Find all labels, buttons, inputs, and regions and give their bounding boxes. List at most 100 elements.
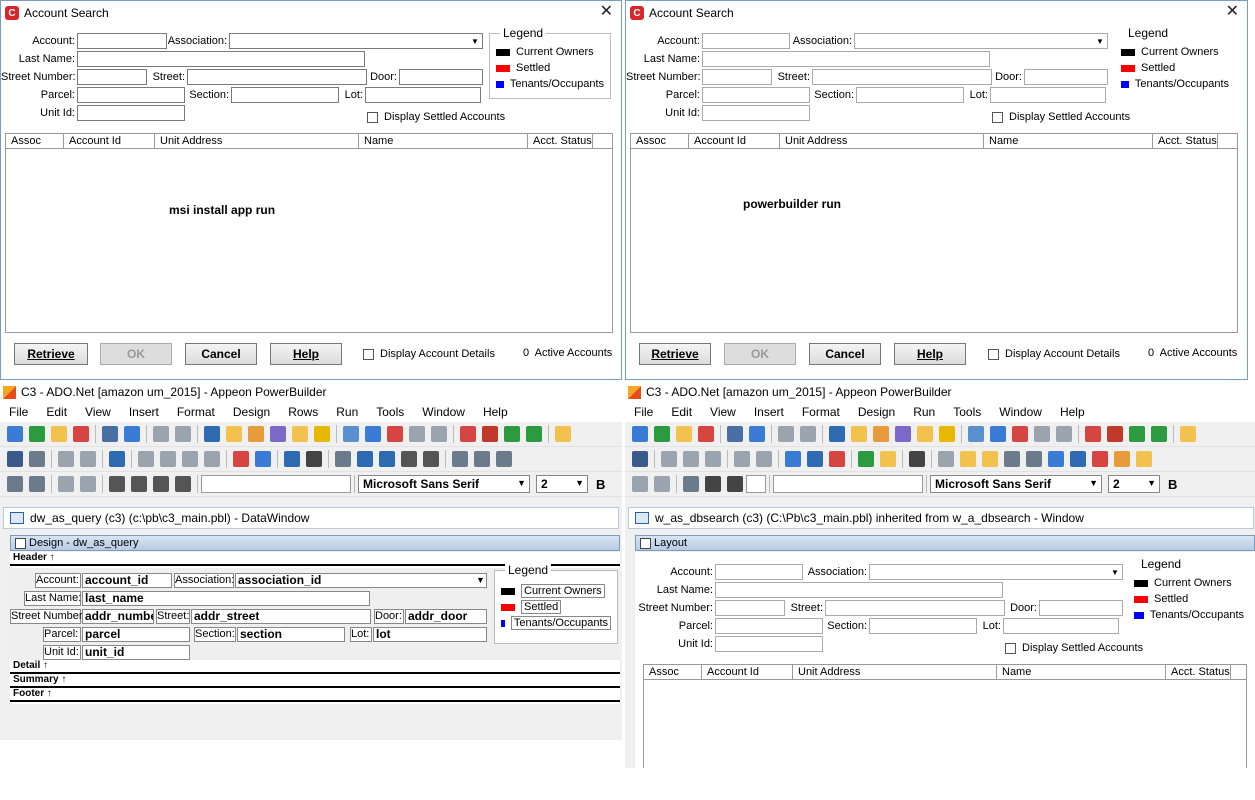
size-icon[interactable]	[474, 451, 490, 467]
menu-edit[interactable]: Edit	[37, 405, 76, 419]
edit-icon[interactable]	[314, 426, 330, 442]
color-icon[interactable]	[357, 451, 373, 467]
door-label[interactable]: Door:	[374, 609, 404, 624]
cut-icon[interactable]	[661, 451, 677, 467]
menu-format[interactable]: Format	[793, 405, 849, 419]
style-box[interactable]	[773, 475, 923, 493]
space-icon[interactable]	[452, 451, 468, 467]
menu-file[interactable]: File	[625, 405, 662, 419]
unit-id-column[interactable]: unit_id	[82, 645, 190, 660]
font-name-dropdown[interactable]: Microsoft Sans Serif ▼	[358, 475, 530, 493]
chevron-down-icon[interactable]: ▼	[476, 575, 485, 585]
last-name-input[interactable]	[77, 51, 365, 67]
edit-icon[interactable]	[939, 426, 955, 442]
color-icon[interactable]	[705, 476, 721, 492]
delete-icon[interactable]	[306, 451, 322, 467]
col-unit-address[interactable]: Unit Address	[780, 134, 984, 148]
display-settled-checkbox[interactable]: Display Settled Accounts	[992, 109, 1130, 125]
browser-icon[interactable]	[226, 426, 242, 442]
component-icon[interactable]	[431, 426, 447, 442]
build-icon[interactable]	[778, 426, 794, 442]
unit-id-input[interactable]	[702, 105, 810, 121]
parcel-input[interactable]	[702, 87, 810, 103]
menu-view[interactable]: View	[701, 405, 745, 419]
col-name[interactable]: Name	[984, 134, 1153, 148]
chart-icon[interactable]	[270, 426, 286, 442]
account-input[interactable]	[77, 33, 167, 49]
street-number-column[interactable]: addr_number	[82, 609, 154, 624]
last-page-icon[interactable]	[175, 476, 191, 492]
save-icon[interactable]	[632, 451, 648, 467]
results-grid[interactable]: Assoc Account Id Unit Address Name Acct.…	[643, 664, 1247, 768]
open-folder-icon[interactable]	[51, 426, 67, 442]
properties-icon[interactable]	[960, 451, 976, 467]
display-settled-checkbox[interactable]: Display Settled Accounts	[367, 109, 505, 125]
street-input[interactable]	[187, 69, 367, 85]
col-unit-address[interactable]: Unit Address	[155, 134, 359, 148]
menu-design[interactable]: Design	[224, 405, 279, 419]
checkbox-box[interactable]	[992, 111, 1003, 123]
col-acct-status[interactable]: Acct. Status	[1153, 134, 1218, 148]
menu-run[interactable]: Run	[904, 405, 944, 419]
bgcolor-icon[interactable]	[727, 476, 743, 492]
screen-icon[interactable]	[990, 426, 1006, 442]
text-icon[interactable]	[109, 451, 125, 467]
door-column[interactable]: addr_door	[405, 609, 487, 624]
menu-insert[interactable]: Insert	[120, 405, 168, 419]
section-input[interactable]	[869, 618, 977, 634]
street-column[interactable]: addr_street	[191, 609, 371, 624]
tree-icon[interactable]	[102, 426, 118, 442]
next-page-icon[interactable]	[153, 476, 169, 492]
find-icon[interactable]	[880, 451, 896, 467]
account-column[interactable]: account_id	[82, 573, 172, 588]
display-settled-checkbox[interactable]: Display Settled Accounts	[1005, 640, 1143, 656]
col-name[interactable]: Name	[359, 134, 528, 148]
parcel-column[interactable]: parcel	[82, 627, 190, 642]
street-label[interactable]: Street:	[156, 609, 190, 624]
parcel-label[interactable]: Parcel:	[43, 627, 81, 642]
font-size-dropdown[interactable]: 2 ▼	[536, 475, 588, 493]
copy-icon[interactable]	[160, 451, 176, 467]
style-box[interactable]	[201, 475, 351, 493]
layer-icon[interactable]	[632, 476, 648, 492]
display-details-checkbox[interactable]: Display Account Details	[363, 346, 495, 362]
help-button[interactable]: Help	[270, 343, 342, 365]
list-icon[interactable]	[829, 426, 845, 442]
stop-icon[interactable]	[387, 426, 403, 442]
car-icon[interactable]	[1034, 426, 1050, 442]
percent-icon[interactable]	[423, 451, 439, 467]
zoom-out-icon[interactable]	[1026, 451, 1042, 467]
cancel-button[interactable]: Cancel	[185, 343, 257, 365]
section-label[interactable]: Section:	[194, 627, 236, 642]
street-input[interactable]	[812, 69, 992, 85]
tree-icon[interactable]	[727, 426, 743, 442]
menu-view[interactable]: View	[76, 405, 120, 419]
retrieve-button[interactable]: Retrieve	[14, 343, 88, 365]
col-acct-status[interactable]: Acct. Status	[1166, 665, 1231, 679]
chevron-down-icon[interactable]: ▼	[1108, 565, 1122, 579]
search-folder-icon[interactable]	[248, 426, 264, 442]
search-folder-icon[interactable]	[873, 426, 889, 442]
debug-stop-icon[interactable]	[482, 426, 498, 442]
col-name[interactable]: Name	[997, 665, 1166, 679]
bgcolor-icon[interactable]	[379, 451, 395, 467]
col-unit-address[interactable]: Unit Address	[793, 665, 997, 679]
undo-icon[interactable]	[58, 451, 74, 467]
parcel-input[interactable]	[715, 618, 823, 634]
lot-input[interactable]	[365, 87, 481, 103]
debug-icon[interactable]	[460, 426, 476, 442]
association-dropdown[interactable]: ▼	[229, 33, 483, 49]
run-icon[interactable]	[1129, 426, 1145, 442]
col-account-id[interactable]: Account Id	[702, 665, 793, 679]
style-small-box[interactable]	[746, 475, 766, 493]
chevron-down-icon[interactable]: ▼	[1147, 478, 1156, 488]
lot-column[interactable]: lot	[373, 627, 487, 642]
tab-order-icon[interactable]	[496, 451, 512, 467]
font-name-dropdown[interactable]: Microsoft Sans Serif ▼	[930, 475, 1102, 493]
legend-box[interactable]: Legend Current Owners Settled Tenants/Oc…	[494, 563, 618, 644]
copy-icon[interactable]	[683, 451, 699, 467]
menu-file[interactable]: File	[0, 405, 37, 419]
street-input[interactable]	[825, 600, 1005, 616]
exit-icon[interactable]	[1180, 426, 1196, 442]
exit-icon[interactable]	[555, 426, 571, 442]
